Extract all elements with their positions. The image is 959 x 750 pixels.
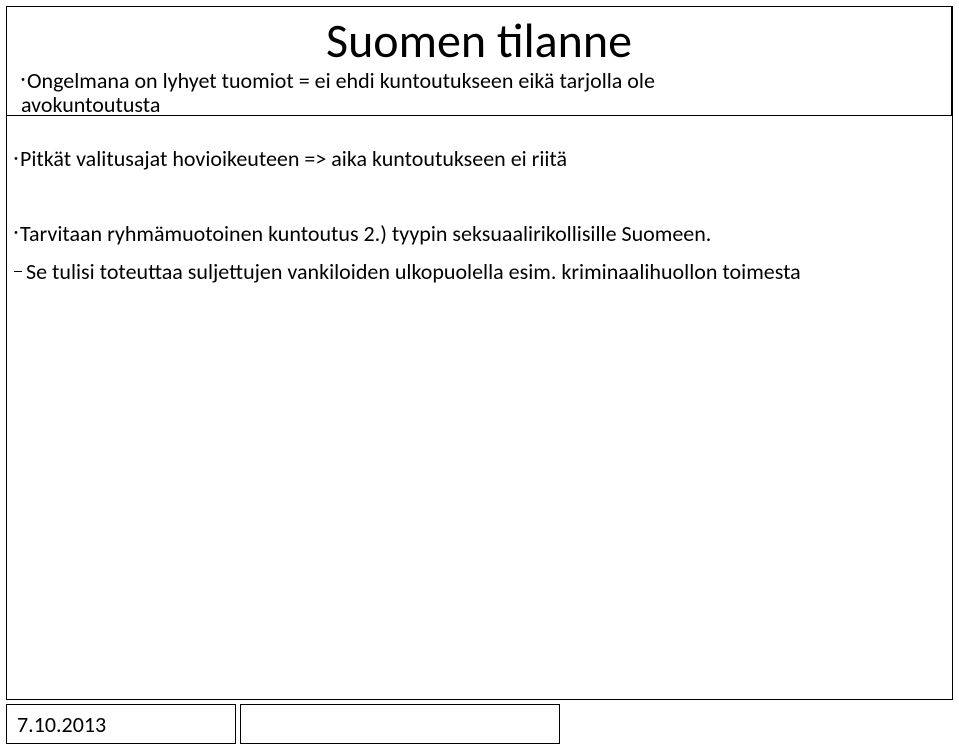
- slide-title: Suomen tilanne: [7, 7, 951, 70]
- title-bullet-2: avokuntoutusta: [7, 92, 951, 118]
- slide-content: •Pitkät valitusajat hovioikeuteen => aik…: [14, 145, 945, 333]
- title-sub-text-1: Ongelmana on lyhyet tuomiot = ei ehdi ku…: [27, 67, 655, 94]
- date-text: 7.10.2013: [17, 711, 106, 738]
- bullet-dot-icon: •: [14, 228, 18, 238]
- bullet-text-1: Pitkät valitusajat hovioikeuteen => aika…: [20, 145, 567, 172]
- footer-empty-box: [240, 704, 560, 744]
- bullet-item-1: •Pitkät valitusajat hovioikeuteen => aik…: [14, 145, 945, 174]
- bullet-item-2: •Tarvitaan ryhmämuotoinen kuntoutus 2.) …: [14, 220, 945, 249]
- bullet-dot-icon: •: [21, 76, 25, 86]
- dash-icon: [14, 271, 22, 272]
- bullet-text-2: Tarvitaan ryhmämuotoinen kuntoutus 2.) t…: [20, 220, 711, 247]
- bullet-text-3: Se tulisi toteuttaa suljettujen vankiloi…: [26, 258, 801, 285]
- title-sub-text-2: avokuntoutusta: [21, 91, 160, 118]
- bullet-item-3: Se tulisi toteuttaa suljettujen vankiloi…: [14, 258, 945, 287]
- title-box: Suomen tilanne •Ongelmana on lyhyet tuom…: [6, 6, 952, 116]
- date-box: 7.10.2013: [6, 704, 236, 744]
- bullet-dot-icon: •: [14, 154, 18, 164]
